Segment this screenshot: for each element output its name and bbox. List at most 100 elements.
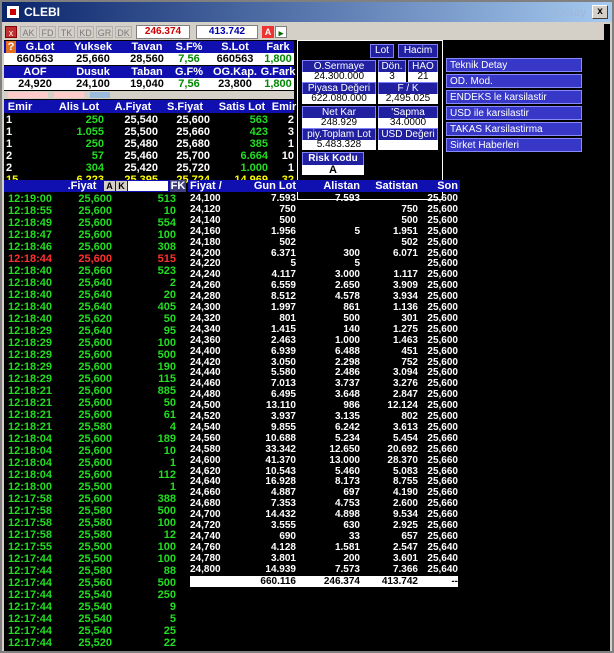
- ladder-cell: 7.593: [334, 193, 360, 204]
- menu-haberler[interactable]: Sirket Haberleri: [446, 138, 582, 152]
- tape-price: 25,600: [78, 253, 112, 265]
- tape-lot: 250: [157, 589, 176, 601]
- menu-teknik-detay[interactable]: Teknik Detay: [446, 58, 582, 72]
- ladder-cell: 690: [279, 530, 296, 542]
- price-field-1[interactable]: 246.374: [136, 25, 190, 39]
- ladder-cell: 6.371: [270, 247, 296, 259]
- tape-time: 12:18:04: [8, 433, 53, 445]
- ladder-cell: 5.083: [392, 465, 418, 477]
- ladder-cell: 5.234: [334, 432, 360, 444]
- depth-cell: 563: [249, 114, 268, 126]
- ladder-cell: 4.898: [334, 509, 360, 521]
- menu-endeks[interactable]: ENDEKS le karsilastir: [446, 90, 582, 104]
- hdr-ladder-fiyat[interactable]: Fiyat /: [190, 180, 230, 192]
- val-slot: 660563: [216, 53, 254, 65]
- close-icon[interactable]: x: [5, 26, 17, 38]
- ladder-cell: 25,640: [427, 552, 458, 564]
- tape-time: 12:18:47: [8, 229, 53, 241]
- tape-filter-input[interactable]: [128, 181, 168, 191]
- tape-lot: 100: [157, 541, 176, 553]
- tab-fd[interactable]: FD: [39, 26, 56, 38]
- tape-lot: 190: [157, 361, 176, 373]
- title-bar[interactable]: CLEBI Detay x: [2, 2, 612, 22]
- menu-usd[interactable]: USD ile karsilastir: [446, 106, 582, 120]
- hao-value: 21: [408, 72, 438, 82]
- hdr-fk[interactable]: FK: [170, 180, 186, 192]
- ladder-cell: 24,420: [190, 356, 221, 368]
- depth-cell: 25,680: [176, 138, 210, 150]
- tape-lot: 10: [163, 205, 176, 217]
- ladder-cell: 630: [343, 520, 360, 531]
- ladder-cell: 25,600: [427, 302, 458, 313]
- ladder-cell: 300: [343, 247, 360, 259]
- a-button[interactable]: A: [262, 26, 274, 38]
- ladder-cell: 24,340: [190, 323, 221, 335]
- ladder-cell: 20.692: [387, 443, 418, 455]
- ladder-cell: 12.124: [387, 400, 418, 412]
- ladder-cell: 24,300: [190, 302, 221, 313]
- ladder-cell: 3.555: [270, 520, 296, 531]
- ladder-cell: 4.887: [270, 487, 296, 499]
- menu-takas[interactable]: TAKAS Karsilastirma: [446, 122, 582, 136]
- tape-price: 25,660: [78, 265, 112, 277]
- price-field-2[interactable]: 413.742: [196, 25, 258, 39]
- tape-lot: 2: [169, 277, 176, 289]
- main-panel: x AK FD TK KD GR DK 246.374 413.742 A ▸ …: [4, 24, 610, 651]
- ladder-cell: 13.110: [265, 400, 296, 412]
- mini-bar-2: [54, 92, 84, 98]
- tape-price: 25,540: [78, 625, 112, 637]
- hdr-alistan: Alistan: [323, 180, 360, 192]
- ladder-cell: 4.578: [334, 291, 360, 303]
- ladder-cell: 2.463: [270, 334, 296, 346]
- ladder-cell: 25,600: [427, 421, 458, 433]
- tab-dk[interactable]: DK: [115, 26, 132, 38]
- close-window-button[interactable]: x: [592, 5, 608, 19]
- lot-button[interactable]: Lot: [370, 44, 394, 58]
- ladder-cell: 1.415: [270, 323, 296, 335]
- netkar-value: 248.929: [302, 118, 376, 128]
- tab-tk[interactable]: TK: [58, 26, 75, 38]
- ladder-cell: 750: [279, 203, 296, 215]
- tape-time: 12:18:04: [8, 445, 53, 457]
- splitter-bar[interactable]: [4, 91, 294, 99]
- tab-ak[interactable]: AK: [20, 26, 37, 38]
- ladder-cell: 25,600: [427, 345, 458, 357]
- depth-cell: 1.000: [240, 162, 268, 174]
- help-icon[interactable]: ?: [6, 41, 16, 53]
- tape-lot: 523: [157, 265, 176, 277]
- sort-k-button[interactable]: K: [116, 181, 127, 191]
- piyasa-value: 622.080.000: [302, 94, 376, 104]
- ladder-cell: 25,600: [427, 258, 458, 270]
- tape-price: 25,580: [78, 517, 112, 529]
- ladder-cell: 24,580: [190, 443, 221, 455]
- sort-a-button[interactable]: A: [104, 181, 115, 191]
- tab-kd[interactable]: KD: [77, 26, 94, 38]
- ladder-cell: 1.581: [334, 541, 360, 553]
- tape-price: 25,540: [78, 589, 112, 601]
- ladder-cell: 6.559: [270, 280, 296, 292]
- val-tavan: 28,560: [130, 53, 164, 65]
- tape-lot: 5: [169, 613, 176, 625]
- tape-lot: 885: [157, 385, 176, 397]
- tape-lot: 500: [157, 349, 176, 361]
- arrow-right-icon[interactable]: ▸: [275, 26, 287, 38]
- tape-time: 12:18:04: [8, 469, 53, 481]
- ladder-cell: 24,480: [190, 389, 221, 401]
- ladder-cell: 750: [401, 203, 418, 215]
- ladder-cell: 14.432: [265, 509, 296, 521]
- depth-cell: 385: [249, 138, 268, 150]
- ladder-cell: 200: [343, 552, 360, 564]
- menu-od-mod[interactable]: OD. Mod.: [446, 74, 582, 88]
- ladder-cell: 6.071: [392, 247, 418, 259]
- tape-price: 25,580: [78, 529, 112, 541]
- val-sf: 7,56: [178, 53, 200, 65]
- ladder-cell: 861: [343, 302, 360, 313]
- ladder-cell: 1.000: [334, 334, 360, 346]
- tape-time: 12:17:44: [8, 577, 53, 589]
- ladder-cell: 5: [354, 258, 360, 270]
- ladder-cell: 4.117: [271, 269, 296, 281]
- tab-gr[interactable]: GR: [96, 26, 113, 38]
- tape-price: 25,640: [78, 277, 112, 289]
- tape-price: 25,600: [78, 337, 112, 349]
- hacim-button[interactable]: Hacim: [398, 44, 438, 58]
